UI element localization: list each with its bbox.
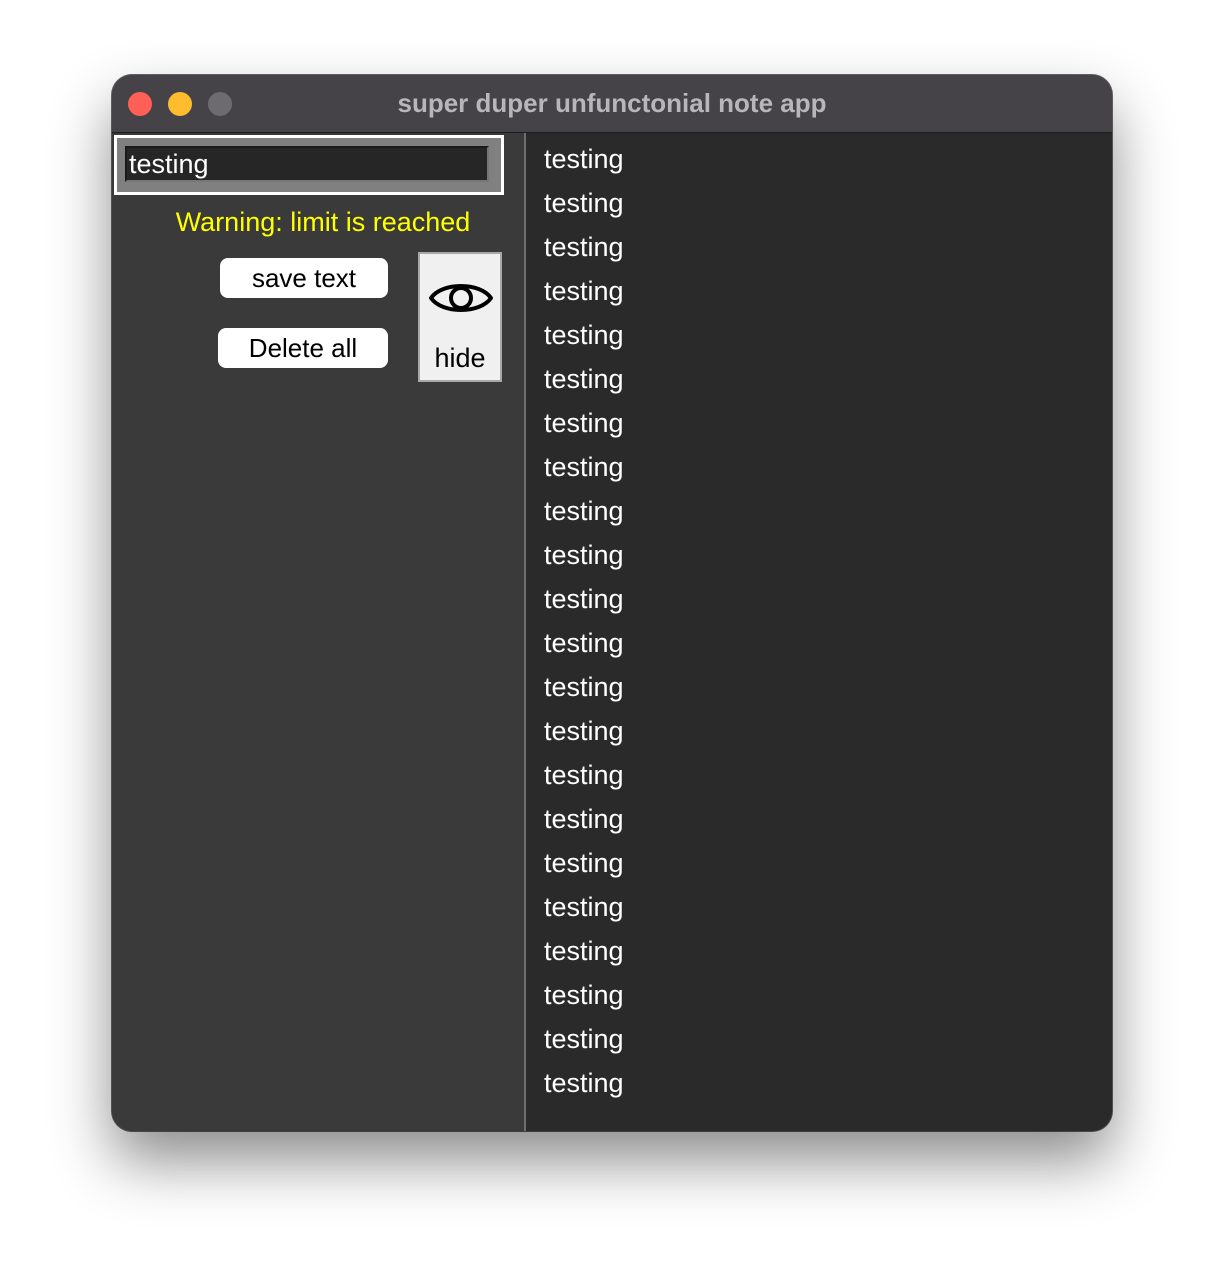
note-item[interactable]: testing	[544, 709, 624, 753]
editor-panel: Warning: limit is reached save text Dele…	[112, 133, 524, 1131]
note-item[interactable]: testing	[544, 137, 624, 181]
save-text-button[interactable]: save text	[220, 258, 388, 298]
note-item[interactable]: testing	[544, 665, 624, 709]
note-item[interactable]: testing	[544, 181, 624, 225]
note-item[interactable]: testing	[544, 797, 624, 841]
note-item[interactable]: testing	[544, 225, 624, 269]
note-input-frame	[114, 135, 504, 195]
window-title: super duper unfunctonial note app	[397, 88, 827, 118]
note-item[interactable]: testing	[544, 269, 624, 313]
note-item[interactable]: testing	[544, 489, 624, 533]
hide-button[interactable]: hide	[418, 252, 502, 382]
hide-button-label: hide	[434, 343, 486, 373]
notes-list: testing testing testing testing testing testi…	[544, 137, 624, 1105]
note-item[interactable]: testing	[544, 841, 624, 885]
note-item[interactable]: testing	[544, 1017, 624, 1061]
notes-panel: testing testing testing testing testing testi…	[526, 133, 1112, 1131]
note-item[interactable]: testing	[544, 533, 624, 577]
note-item[interactable]: testing	[544, 973, 624, 1017]
title-bar[interactable]: super duper unfunctonial note app	[112, 75, 1112, 133]
note-item[interactable]: testing	[544, 577, 624, 621]
note-item[interactable]: testing	[544, 621, 624, 665]
note-item[interactable]: testing	[544, 357, 624, 401]
note-item[interactable]: testing	[544, 885, 624, 929]
note-item[interactable]: testing	[544, 1061, 624, 1105]
delete-all-button[interactable]: Delete all	[218, 328, 388, 368]
limit-warning: Warning: limit is reached	[175, 207, 471, 237]
app-window: super duper unfunctonial note app Warnin…	[112, 75, 1112, 1131]
eye-icon	[429, 284, 493, 312]
note-item[interactable]: testing	[544, 753, 624, 797]
note-item[interactable]: testing	[544, 313, 624, 357]
note-item[interactable]: testing	[544, 445, 624, 489]
note-input[interactable]	[125, 146, 489, 182]
note-item[interactable]: testing	[544, 929, 624, 973]
note-item[interactable]: testing	[544, 401, 624, 445]
